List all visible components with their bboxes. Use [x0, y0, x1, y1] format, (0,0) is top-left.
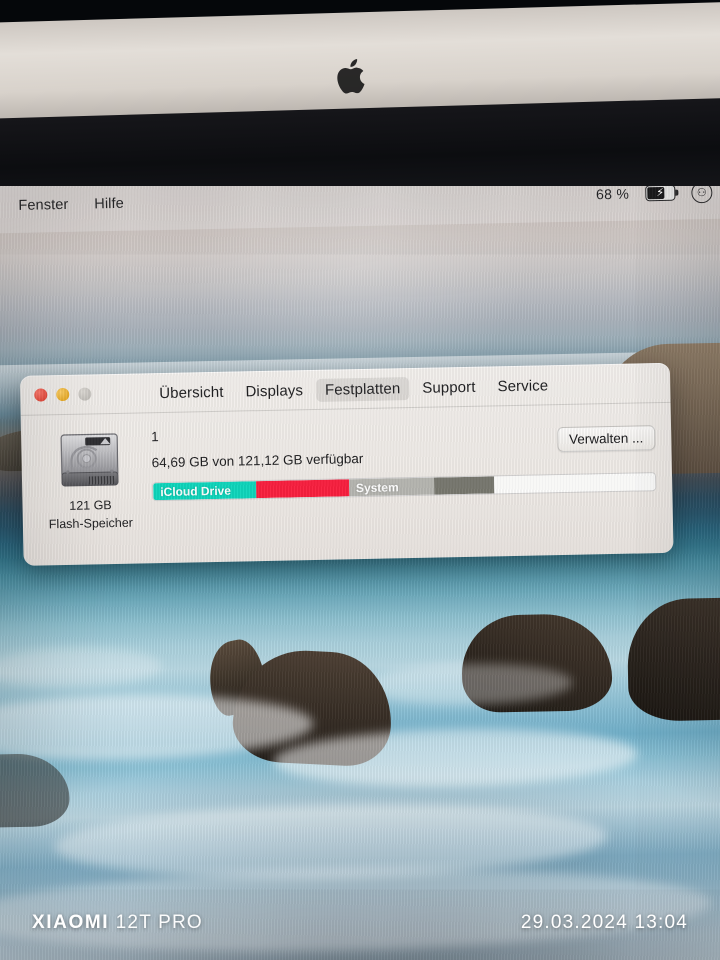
close-button[interactable]: [34, 388, 48, 402]
zoom-button[interactable]: [78, 387, 92, 401]
surf-foam: [0, 861, 713, 958]
storage-usage-bar: iCloud Drive System: [152, 472, 657, 502]
battery-charging-icon[interactable]: ⚡: [645, 186, 676, 202]
minimize-button[interactable]: [56, 387, 70, 402]
volume-info: 1 64,69 GB von 121,12 GB verfügbar Verwa…: [141, 417, 657, 532]
traffic-light-buttons: [34, 387, 92, 402]
tab-service[interactable]: Service: [488, 374, 557, 398]
watermark-model: 12T PRO: [115, 912, 203, 933]
menu-bar-status-area: 68 % ⚡ ⚇ ≡: [596, 186, 720, 205]
battery-percent-label: 68 %: [595, 186, 630, 203]
storage-segment-label: iCloud Drive: [160, 483, 232, 499]
camera-watermark: XIAOMI 12T PRO 29.03.2024 13:04: [0, 912, 720, 934]
watermark-datetime: 29.03.2024 13:04: [520, 912, 688, 933]
surf-rock: [0, 753, 70, 829]
drive-capacity: 121 GB: [69, 498, 112, 513]
system-information-window: Übersicht Displays Festplatten Support S…: [19, 362, 674, 566]
charging-bolt-icon: ⚡: [656, 186, 665, 199]
menu-item-fenster[interactable]: Fenster: [18, 197, 68, 214]
drive-kind: Flash-Speicher: [48, 515, 134, 532]
tab-festplatten[interactable]: Festplatten: [315, 376, 410, 402]
surf-foam: [0, 645, 162, 690]
surf-rock: [626, 596, 720, 722]
storage-segment-free: [494, 473, 656, 494]
control-center-icon[interactable]: ⚇: [690, 186, 713, 203]
tab-displays[interactable]: Displays: [236, 379, 312, 404]
storage-segment-other[interactable]: [255, 479, 350, 499]
drive-summary: 121 GB Flash-Speicher: [37, 427, 143, 533]
tab-support[interactable]: Support: [413, 375, 485, 399]
hard-drive-icon: [58, 432, 121, 489]
storage-segment-label: System: [355, 479, 399, 495]
watermark-brand: XIAOMI: [32, 912, 110, 933]
phone-photo-of-imac-screen: Fenster Hilfe 68 % ⚡ ⚇ ≡: [0, 0, 720, 960]
tab-bar: Übersicht Displays Festplatten Support S…: [150, 374, 557, 405]
menu-item-hilfe[interactable]: Hilfe: [94, 196, 124, 213]
imac-screen: Fenster Hilfe 68 % ⚡ ⚇ ≡: [0, 186, 720, 960]
apple-logo-icon: [332, 58, 367, 101]
drive-capacity-label: 121 GB Flash-Speicher: [48, 496, 133, 534]
manage-button[interactable]: Verwalten ...: [556, 425, 656, 453]
tab-uebersicht[interactable]: Übersicht: [150, 380, 233, 405]
window-body: 121 GB Flash-Speicher 1 64,69 GB von 121…: [21, 403, 673, 534]
storage-segment-icloud-drive[interactable]: iCloud Drive: [153, 481, 257, 501]
storage-segment-system-data[interactable]: [434, 476, 495, 495]
storage-segment-system[interactable]: System: [348, 477, 435, 497]
desktop-wallpaper: [0, 186, 720, 960]
watermark-device: XIAOMI 12T PRO: [32, 912, 203, 934]
